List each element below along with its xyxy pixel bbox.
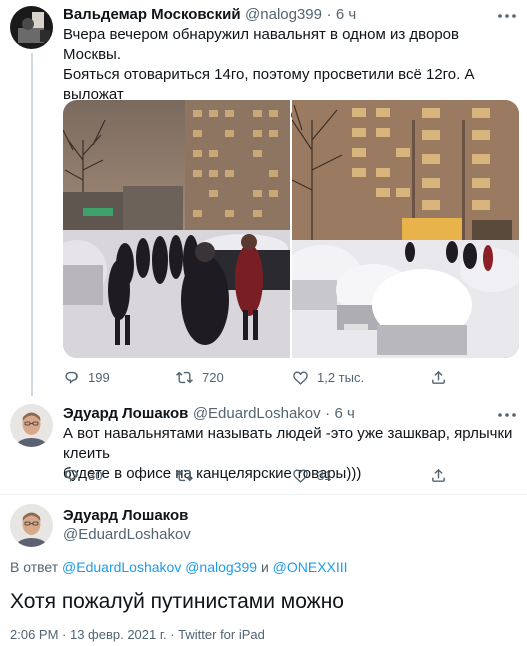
tweet-focused: Эдуард Лошаков @EduardLoshakov В ответ @…: [0, 496, 527, 646]
tweet-timestamp[interactable]: 2:06 PM · 13 февр. 2021 г. · Twitter for…: [10, 627, 265, 642]
retweet-icon: [175, 369, 194, 386]
tweet-time[interactable]: 6 ч: [336, 6, 356, 23]
author-name[interactable]: Вальдемар Московский: [63, 6, 241, 23]
heart-icon: [292, 369, 309, 386]
retweet-button[interactable]: 720: [175, 369, 224, 386]
reply-context: В ответ @EduardLoshakov @nalog399 и @ONE…: [10, 559, 348, 575]
mention-eduardloshakov[interactable]: @EduardLoshakov: [62, 559, 181, 575]
reply-icon: [63, 467, 80, 484]
reply-button[interactable]: 30: [63, 467, 102, 484]
media-photo-cars[interactable]: [292, 100, 519, 358]
tweet-header: Эдуард Лошаков @EduardLoshakov · 6 ч: [63, 405, 355, 423]
author-avatar[interactable]: [10, 404, 53, 447]
like-button[interactable]: 1,2 тыс.: [292, 369, 364, 386]
tweet-divider: [0, 494, 527, 495]
tweet-text-line: А вот навальнятами называть людей -это у…: [63, 425, 513, 462]
share-button[interactable]: [430, 369, 447, 386]
thread-connector: [31, 53, 33, 396]
reply-count: 199: [88, 370, 110, 385]
tweet-text: Хотя пожалуй путинистами можно: [10, 590, 344, 613]
mention-onexxiii[interactable]: @ONEXXIII: [273, 559, 348, 575]
tweet-text-line: Бояться отовариться 14го, поэтому просве…: [63, 66, 475, 103]
like-button[interactable]: 31: [292, 467, 331, 484]
tweet-header: Вальдемар Московский @nalog399 · 6 ч: [63, 6, 356, 24]
retweet-count: 720: [202, 370, 224, 385]
retweet-button[interactable]: [175, 467, 202, 484]
share-button[interactable]: [430, 467, 447, 484]
reply-button[interactable]: 199: [63, 369, 110, 386]
like-count: 1,2 тыс.: [317, 370, 365, 385]
like-count: 31: [317, 468, 332, 483]
author-avatar[interactable]: [10, 504, 53, 547]
media-photo-crowd[interactable]: [63, 100, 290, 358]
more-icon[interactable]: [497, 6, 517, 26]
author-name[interactable]: Эдуард Лошаков: [63, 405, 188, 422]
share-icon: [430, 467, 447, 484]
tweet-actions: 199 720 1,2 тыс.: [63, 369, 503, 387]
reply-and: и: [260, 559, 269, 575]
author-handle[interactable]: @EduardLoshakov: [63, 526, 191, 543]
tweet-actions: 30 31: [63, 467, 503, 485]
share-icon: [430, 369, 447, 386]
author-handle[interactable]: @EduardLoshakov: [193, 405, 321, 422]
tweet-nalog399[interactable]: Вальдемар Московский @nalog399 · 6 ч Вче…: [0, 0, 527, 396]
author-avatar[interactable]: [10, 6, 53, 49]
reply-count: 30: [88, 468, 103, 483]
heart-icon: [292, 467, 309, 484]
mention-nalog399[interactable]: @nalog399: [185, 559, 257, 575]
tweet-eduardloshakov-reply[interactable]: Эдуард Лошаков @EduardLoshakov · 6 ч А в…: [0, 396, 527, 488]
separator: ·: [326, 6, 332, 23]
media-grid: [63, 100, 519, 358]
reply-prefix: В ответ: [10, 559, 59, 575]
author-handle[interactable]: @nalog399: [245, 6, 322, 23]
tweet-time[interactable]: 6 ч: [335, 405, 355, 422]
author-name[interactable]: Эдуард Лошаков: [63, 507, 188, 524]
reply-icon: [63, 369, 80, 386]
tweet-text-line: Вчера вечером обнаружил навальнят в одно…: [63, 26, 459, 63]
retweet-icon: [175, 467, 194, 484]
more-icon[interactable]: [497, 405, 517, 425]
separator: ·: [325, 405, 331, 422]
